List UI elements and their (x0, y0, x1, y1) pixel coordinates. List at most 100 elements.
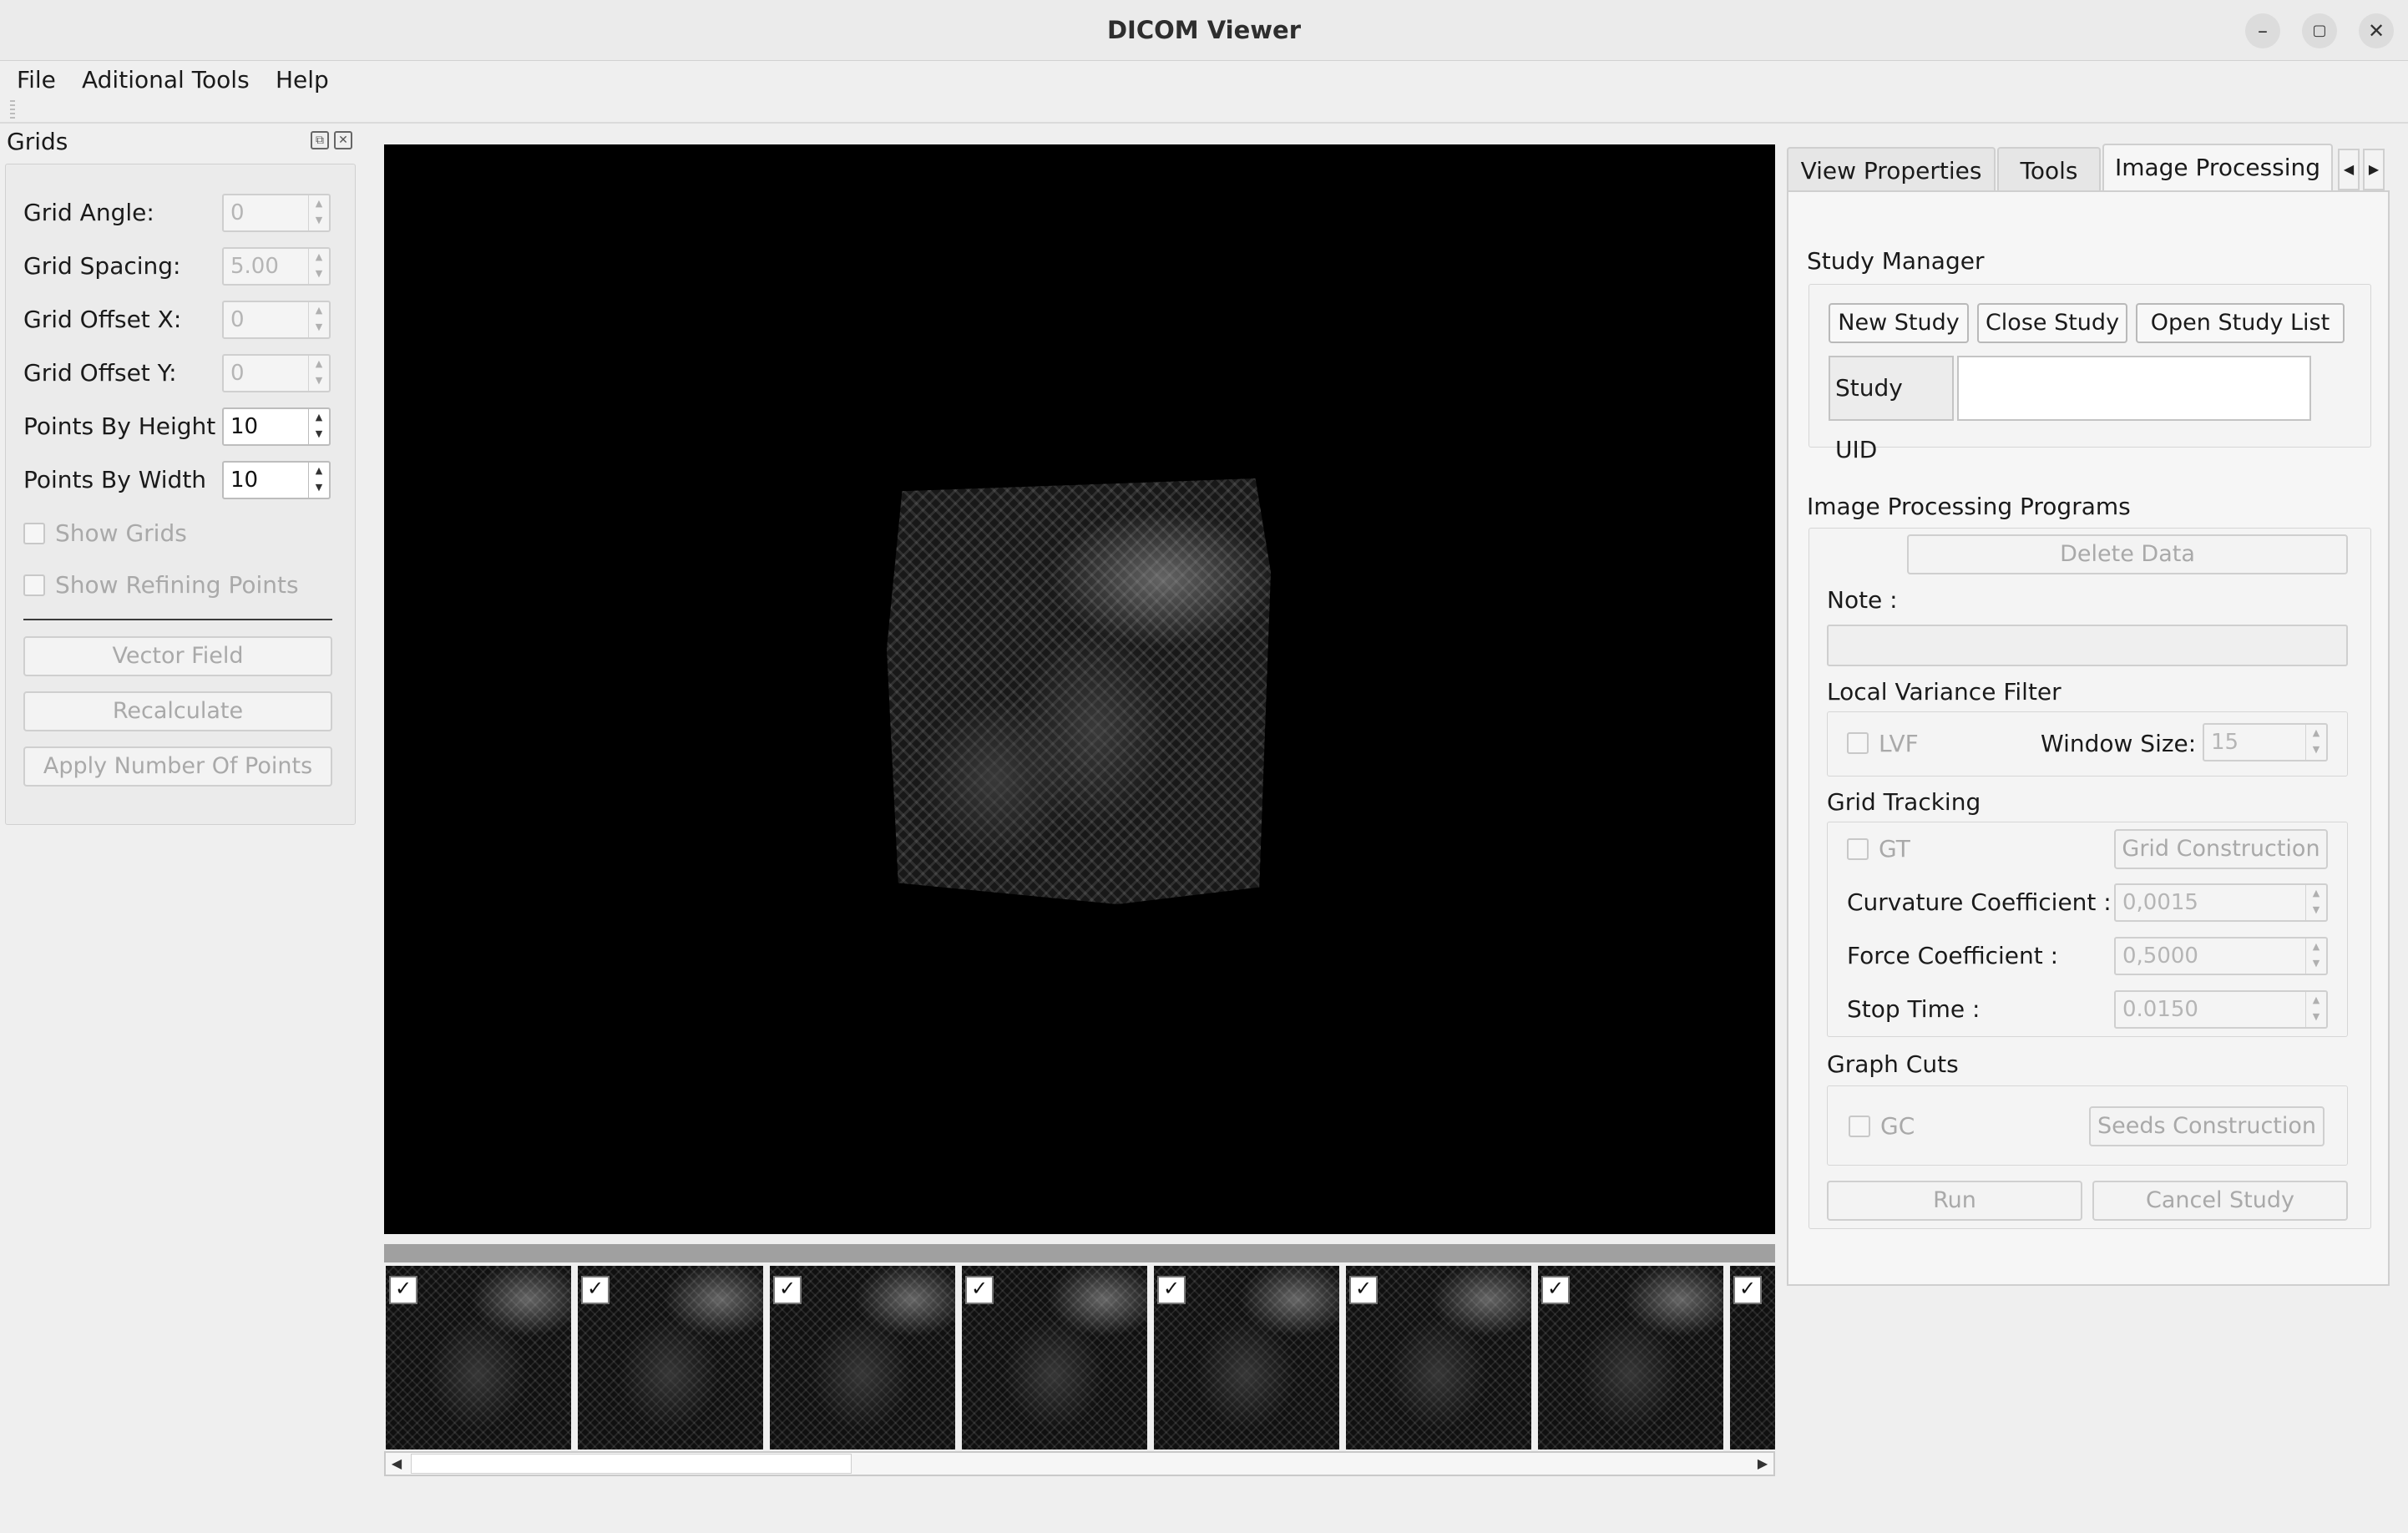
scroll-right-icon[interactable]: ▶ (1752, 1453, 1773, 1475)
grid-offset-y-value: 0 (230, 361, 245, 386)
thumbnail[interactable]: ✓ (386, 1266, 571, 1450)
note-label: Note : (1827, 586, 1898, 614)
grid-spacing-label: Grid Spacing: (23, 252, 181, 280)
spin-arrows-icon: ▲ ▼ (2305, 939, 2326, 974)
show-grids-checkbox[interactable] (23, 523, 45, 544)
force-coefficient-value: 0,5000 (2122, 944, 2198, 969)
tab-tools[interactable]: Tools (1997, 147, 2101, 192)
apply-number-of-points-button[interactable]: Apply Number Of Points (23, 746, 332, 787)
thumbnail-checkbox[interactable]: ✓ (389, 1276, 417, 1304)
spin-arrows-icon: ▲ ▼ (308, 195, 329, 230)
tab-image-processing[interactable]: Image Processing (2102, 144, 2333, 192)
close-button[interactable]: ✕ (2359, 13, 2394, 48)
points-by-height-value: 10 (230, 414, 259, 439)
programs-title: Image Processing Programs (1807, 493, 2131, 520)
menu-help[interactable]: Help (276, 61, 329, 99)
grid-offset-y-label: Grid Offset Y: (23, 359, 177, 387)
window-size-label: Window Size: (2041, 730, 2197, 757)
note-field[interactable] (1827, 625, 2348, 666)
thumbnail[interactable]: ✓ (1346, 1266, 1531, 1450)
stop-time-spinbox[interactable]: 0.0150 ▲ ▼ (2114, 990, 2328, 1029)
show-refining-points-label: Show Refining Points (55, 571, 299, 599)
points-by-width-spinbox[interactable]: 10 ▲ ▼ (222, 461, 331, 499)
gc-label: GC (1880, 1112, 1915, 1140)
window-title: DICOM Viewer (1106, 16, 1302, 44)
toolbar-divider (0, 122, 2408, 124)
thumbnail-checkbox[interactable]: ✓ (1349, 1276, 1378, 1304)
grid-spacing-spinbox[interactable]: 5.00 ▲ ▼ (222, 247, 331, 286)
close-study-button[interactable]: Close Study (1977, 303, 2127, 343)
window-size-spinbox[interactable]: 15 ▲ ▼ (2203, 723, 2328, 761)
thumbnail-checkbox[interactable]: ✓ (1733, 1276, 1762, 1304)
dock-float-icon[interactable]: ⧉ (311, 131, 329, 149)
minimize-button[interactable]: – (2245, 13, 2280, 48)
thumbnail[interactable]: ✓ (770, 1266, 955, 1450)
thumbnail-checkbox[interactable]: ✓ (773, 1276, 802, 1304)
vector-field-button[interactable]: Vector Field (23, 636, 332, 676)
open-study-list-button[interactable]: Open Study List (2136, 303, 2345, 343)
filmstrip-header (384, 1244, 1775, 1262)
spin-arrows-icon: ▲ ▼ (308, 249, 329, 284)
grid-offset-x-spinbox[interactable]: 0 ▲ ▼ (222, 301, 331, 339)
gt-label: GT (1879, 835, 1910, 863)
force-coefficient-spinbox[interactable]: 0,5000 ▲ ▼ (2114, 937, 2328, 975)
show-grids-label: Show Grids (55, 519, 187, 547)
study-uid-field[interactable] (1957, 356, 2311, 421)
gc-checkbox[interactable] (1849, 1116, 1870, 1137)
thumbnail[interactable]: ✓ (1154, 1266, 1339, 1450)
points-by-height-spinbox[interactable]: 10 ▲ ▼ (222, 407, 331, 446)
thumbnail[interactable]: ✓ (578, 1266, 763, 1450)
spin-arrows-icon: ▲ ▼ (308, 356, 329, 391)
points-by-height-label: Points By Height (23, 412, 216, 440)
scroll-left-icon[interactable]: ◀ (386, 1453, 407, 1475)
grids-dock-title: Grids (7, 128, 68, 155)
thumbnail-checkbox[interactable]: ✓ (1541, 1276, 1570, 1304)
points-by-width-value: 10 (230, 468, 259, 493)
grid-offset-y-spinbox[interactable]: 0 ▲ ▼ (222, 354, 331, 392)
mri-image (887, 478, 1271, 904)
tab-scroll-right-icon[interactable]: ▶ (2363, 149, 2385, 190)
seeds-construction-button[interactable]: Seeds Construction (2089, 1106, 2325, 1146)
grid-construction-button[interactable]: Grid Construction (2114, 829, 2328, 869)
menu-file[interactable]: File (17, 61, 56, 99)
show-refining-points-checkbox[interactable] (23, 574, 45, 596)
menu-bar (0, 61, 2408, 99)
toolbar-grip[interactable] (10, 100, 15, 120)
lvf-checkbox[interactable] (1847, 732, 1869, 754)
curvature-coefficient-spinbox[interactable]: 0,0015 ▲ ▼ (2114, 883, 2328, 922)
thumbnail-checkbox[interactable]: ✓ (965, 1276, 994, 1304)
run-button[interactable]: Run (1827, 1181, 2082, 1221)
maximize-button[interactable]: ▢ (2302, 13, 2337, 48)
thumbnail[interactable]: ✓ (962, 1266, 1147, 1450)
window-size-value: 15 (2211, 730, 2239, 755)
stop-time-value: 0.0150 (2122, 997, 2198, 1022)
thumbnail-checkbox[interactable]: ✓ (1157, 1276, 1186, 1304)
dock-close-icon[interactable]: ✕ (334, 131, 352, 149)
grid-tracking-title: Grid Tracking (1827, 788, 1981, 816)
spin-arrows-icon: ▲ ▼ (308, 409, 329, 444)
lvf-label: LVF (1879, 730, 1919, 757)
scrollbar-handle[interactable] (411, 1454, 852, 1474)
spin-arrows-icon: ▲ ▼ (2305, 992, 2326, 1027)
study-manager-title: Study Manager (1807, 247, 1985, 275)
grid-angle-spinbox[interactable]: 0 ▲ ▼ (222, 194, 331, 232)
new-study-button[interactable]: New Study (1829, 303, 1969, 343)
cancel-study-button[interactable]: Cancel Study (2092, 1181, 2348, 1221)
grid-angle-label: Grid Angle: (23, 199, 154, 226)
spin-arrows-icon: ▲ ▼ (308, 302, 329, 337)
spin-arrows-icon: ▲ ▼ (2305, 885, 2326, 920)
points-by-width-label: Points By Width (23, 466, 207, 493)
thumbnail-checkbox[interactable]: ✓ (581, 1276, 610, 1304)
thumbnail[interactable]: ✓ (1538, 1266, 1723, 1450)
tab-scroll-left-icon[interactable]: ◀ (2338, 149, 2360, 190)
thumbnail[interactable]: ✓ (1730, 1266, 1775, 1450)
menu-aditional-tools[interactable]: Aditional Tools (82, 61, 250, 99)
recalculate-button[interactable]: Recalculate (23, 691, 332, 731)
gt-checkbox[interactable] (1847, 838, 1869, 860)
graph-cuts-title: Graph Cuts (1827, 1050, 1959, 1078)
grids-separator (23, 619, 332, 620)
tab-view-properties[interactable]: View Properties (1787, 147, 1996, 192)
stop-time-label: Stop Time : (1847, 995, 1981, 1023)
delete-data-button[interactable]: Delete Data (1907, 534, 2348, 574)
grid-angle-value: 0 (230, 200, 245, 225)
